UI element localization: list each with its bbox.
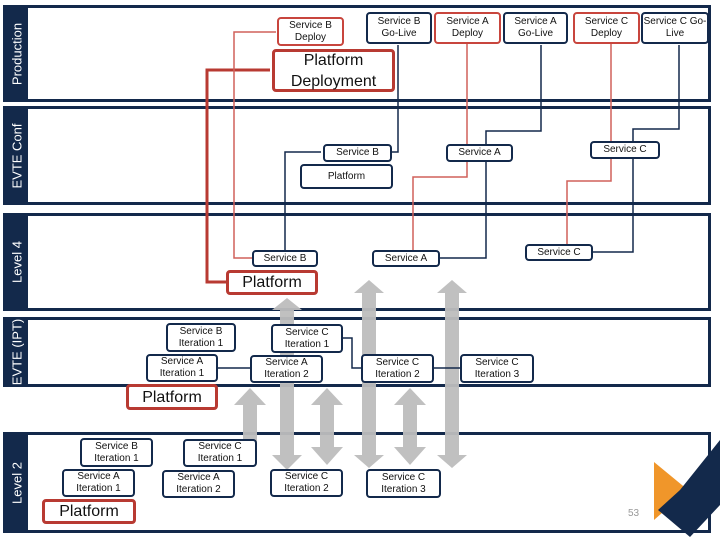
ipt-c-connector: [343, 337, 361, 369]
evte-conf-platform: Platform: [300, 164, 393, 189]
evte-conf-service-a: Service A: [446, 144, 513, 162]
level4-service-a: Service A: [372, 250, 440, 267]
platform-deployment: Platform Deployment: [272, 49, 395, 92]
level2-service-c-iteration-1: Service C Iteration 1: [183, 439, 257, 467]
ipt-service-a-iteration-1: Service A Iteration 1: [146, 354, 218, 382]
ipt-service-a-iteration-2: Service A Iteration 2: [250, 355, 323, 383]
level2-service-a-iteration-2: Service A Iteration 2: [162, 470, 235, 498]
level2-service-b-iteration-1: Service B Iteration 1: [80, 438, 153, 467]
evte-conf-service-b: Service B: [323, 144, 392, 162]
double-arrow: [394, 388, 426, 465]
ipt-service-c-iteration-1: Service C Iteration 1: [271, 324, 343, 353]
service-b-go-live: Service B Go-Live: [366, 12, 432, 44]
service-b-deploy-connector: [233, 31, 276, 259]
ipt-service-c-iteration-2: Service C Iteration 2: [361, 354, 434, 383]
service-a-deploy: Service A Deploy: [434, 12, 501, 44]
level2-service-c-iteration-2: Service C Iteration 2: [270, 469, 343, 497]
service-a-golive-connector: [485, 45, 542, 144]
double-arrow: [311, 388, 343, 465]
ipt-platform: Platform: [126, 384, 218, 410]
service-b-deploy: Service B Deploy: [277, 17, 344, 46]
level2-service-c-iteration-3: Service C Iteration 3: [366, 469, 441, 498]
evte-conf-service-c: Service C: [590, 141, 660, 159]
page-number: 53: [628, 508, 640, 519]
service-c-go-live: Service C Go-Live: [641, 12, 709, 44]
service-c-golive-connector: [632, 45, 680, 141]
level2-platform: Platform: [42, 499, 136, 524]
level4-service-b: Service B: [252, 250, 318, 267]
logo: [654, 440, 720, 537]
service-c-conf-connector: [593, 159, 634, 253]
service-a-go-live: Service A Go-Live: [503, 12, 568, 44]
level2-service-a-iteration-1: Service A Iteration 1: [62, 469, 135, 497]
service-c-deploy: Service C Deploy: [573, 12, 640, 44]
ipt-service-b-iteration-1: Service B Iteration 1: [166, 323, 236, 352]
level4-platform: Platform: [226, 270, 318, 295]
ipt-service-c-iteration-3: Service C Iteration 3: [460, 354, 534, 383]
level4-service-c: Service C: [525, 244, 593, 261]
